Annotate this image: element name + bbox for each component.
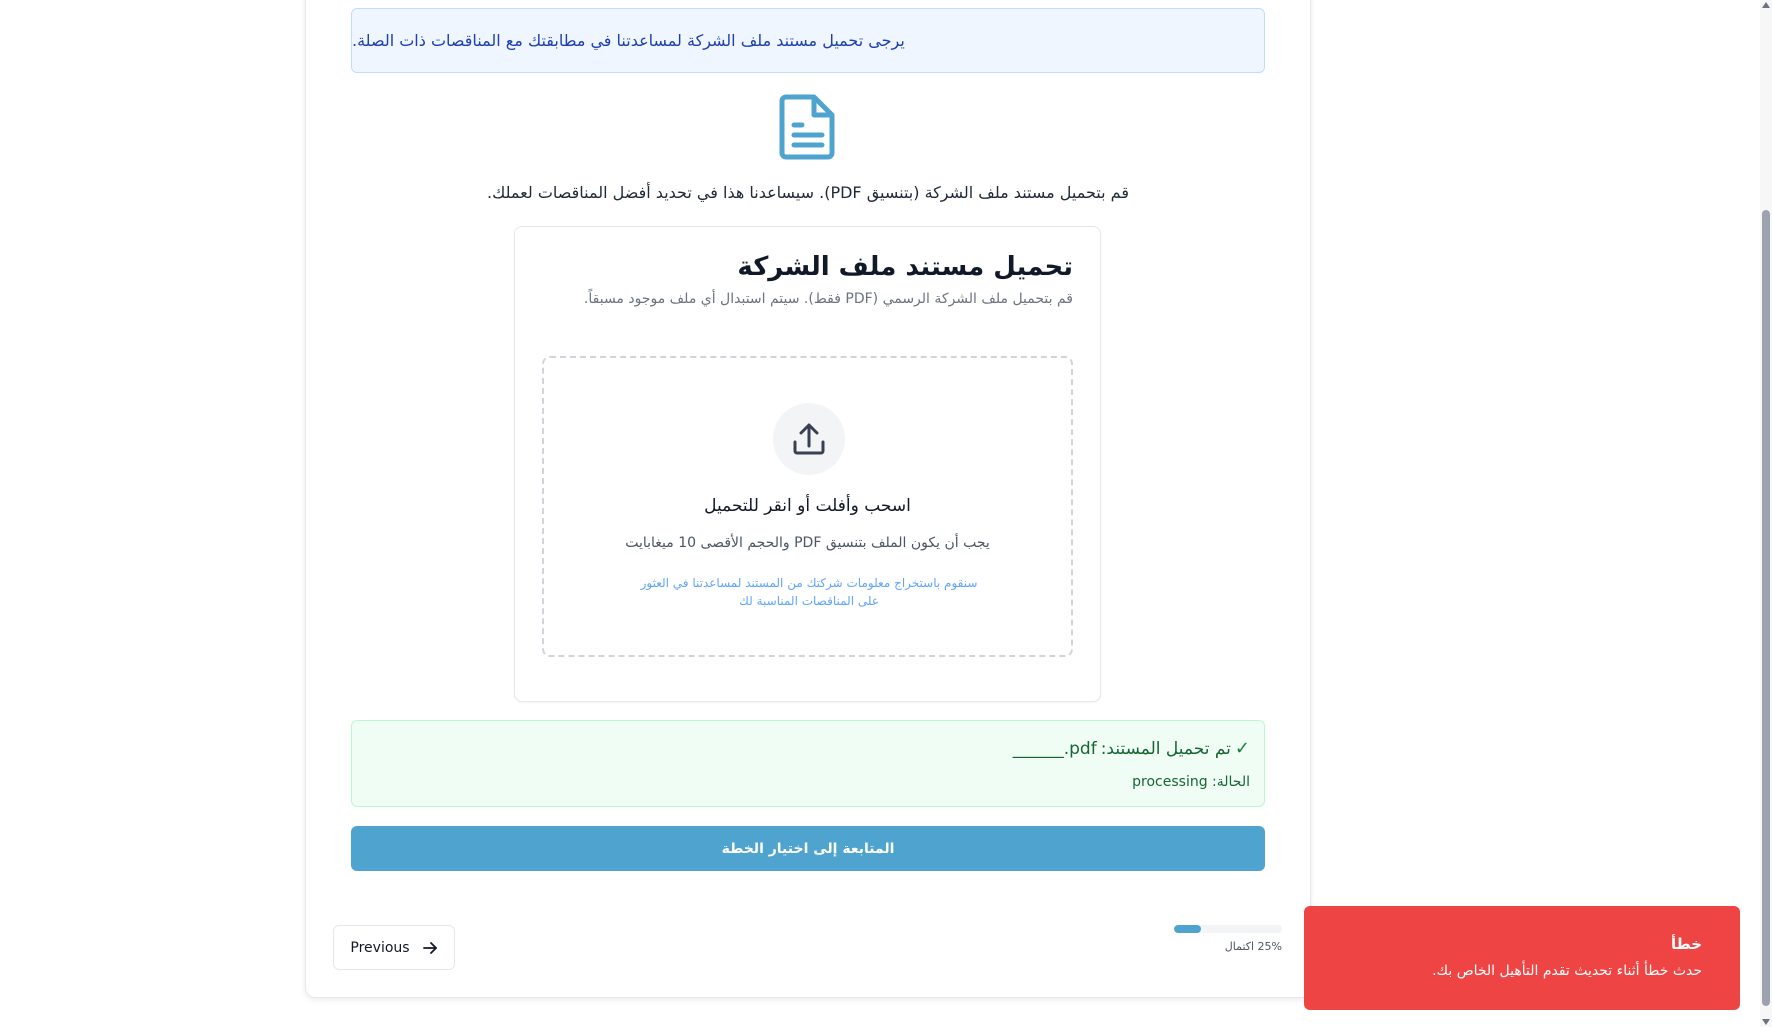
previous-button[interactable]: Previous [333,925,455,970]
uploaded-filename: ______.pdf [1012,738,1097,759]
error-toast[interactable]: خطأ حدث خطأ أثناء تحديث تقدم التأهيل الخ… [1304,906,1740,1010]
info-banner-text: يرجى تحميل مستند ملف الشركة لمساعدتنا في… [352,31,905,50]
upload-success-box: ✓ تم تحميل المستند: ______.pdf الحالة: p… [351,720,1265,807]
uploaded-line: ✓ تم تحميل المستند: ______.pdf [1013,738,1250,759]
continue-label: المتابعة إلى اختيار الخطة [721,840,895,857]
scrollbar-thumb[interactable] [1762,210,1770,1006]
upload-subtitle: قم بتحميل ملف الشركة الرسمي (PDF فقط). س… [583,291,1073,307]
upload-status: الحالة: processing [1132,774,1250,790]
toast-message: حدث خطأ أثناء تحديث تقدم التأهيل الخاص ب… [1432,963,1702,979]
info-banner: يرجى تحميل مستند ملف الشركة لمساعدتنا في… [351,8,1265,73]
page: يرجى تحميل مستند ملف الشركة لمساعدتنا في… [0,0,1772,1027]
upload-icon-circle [773,403,845,475]
file-text-icon [779,94,835,160]
dropzone-title: اسحب وأفلت أو انقر للتحميل [704,496,911,516]
continue-to-plan-button[interactable]: المتابعة إلى اختيار الخطة [351,826,1265,871]
previous-label: Previous [350,939,410,956]
progress-fill [1174,925,1201,933]
progress-bar [1174,925,1282,933]
uploaded-label: تم تحميل المستند: [1100,738,1231,759]
scrollbar[interactable] [1760,0,1772,1027]
upload-icon [793,423,825,455]
upload-card: تحميل مستند ملف الشركة قم بتحميل ملف الش… [514,226,1101,702]
check-icon: ✓ [1234,738,1250,759]
file-dropzone[interactable]: اسحب وأفلت أو انقر للتحميل يجب أن يكون ا… [542,356,1073,657]
scroll-up-icon[interactable] [1762,2,1770,8]
dropzone-requirements: يجب أن يكون الملف بتنسيق PDF والحجم الأق… [625,535,990,551]
dropzone-note: سنقوم باستخراج معلومات شركتك من المستند … [640,576,978,608]
upload-title: تحميل مستند ملف الشركة [737,252,1073,282]
progress-label: 25% اكتمال [1224,940,1282,953]
arrow-right-icon [422,941,437,954]
toast-title: خطأ [1670,935,1702,953]
scroll-down-icon[interactable] [1762,1019,1770,1025]
intro-text: قم بتحميل مستند ملف الشركة (بتنسيق PDF).… [487,183,1129,202]
